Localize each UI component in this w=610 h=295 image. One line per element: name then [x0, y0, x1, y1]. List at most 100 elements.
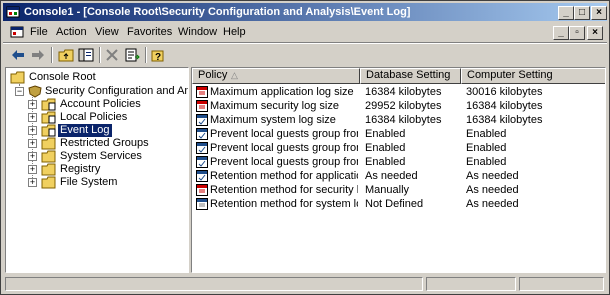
cell-database-setting: As needed — [365, 170, 418, 182]
console-menu-icon[interactable] — [10, 25, 24, 39]
tree-label: System Services — [60, 150, 142, 162]
table-row[interactable]: Maximum security log size 29952 kilobytes… — [192, 99, 605, 113]
results-list[interactable]: Policy △ Database Setting Computer Setti… — [191, 67, 606, 273]
cell-database-setting: 16384 kilobytes — [365, 86, 442, 98]
table-row[interactable]: Retention method for security log Manuall… — [192, 183, 605, 197]
expand-icon[interactable]: + — [28, 100, 37, 109]
menu-bar: File Action View Favorites Window Help _… — [3, 23, 607, 42]
show-hide-tree-icon — [78, 48, 94, 62]
tree-node-event-log[interactable]: + Event Log — [6, 123, 186, 138]
menu-favorites[interactable]: Favorites — [127, 26, 172, 38]
table-row[interactable]: Maximum system log size 16384 kilobytes 16… — [192, 113, 605, 127]
delete-button[interactable] — [103, 46, 121, 64]
cell-policy: Maximum application log size — [210, 86, 354, 98]
toolbar-separator — [51, 47, 53, 63]
menu-help[interactable]: Help — [223, 26, 246, 38]
mdi-minimize-button[interactable]: _ — [553, 26, 569, 40]
cell-computer-setting: As needed — [466, 170, 519, 182]
cell-policy: Retention method for application log — [210, 170, 358, 182]
table-row[interactable]: Prevent local guests group from a... Enab… — [192, 127, 605, 141]
mmc-app-icon — [6, 5, 20, 19]
cell-policy: Maximum system log size — [210, 114, 336, 126]
back-arrow-icon — [12, 50, 24, 60]
restore-icon: ▫ — [575, 27, 579, 38]
tree-node-file-system[interactable]: + File System — [6, 176, 186, 189]
menu-view[interactable]: View — [95, 26, 119, 38]
column-header-label: Policy — [198, 69, 228, 81]
forward-button[interactable] — [29, 46, 47, 64]
cell-computer-setting: Enabled — [466, 156, 507, 168]
collapse-icon[interactable]: − — [15, 87, 24, 96]
title-bar[interactable]: Console1 - [Console Root\Security Config… — [3, 3, 607, 21]
tree-node-local-policies[interactable]: + Local Policies — [6, 111, 186, 124]
console-tree[interactable]: Console Root − Security Configuration an… — [5, 67, 189, 273]
expand-icon[interactable]: + — [28, 152, 37, 161]
cell-computer-setting: Enabled — [466, 142, 507, 154]
cell-database-setting: Not Defined — [365, 198, 424, 210]
delete-icon — [106, 49, 118, 61]
export-list-icon — [125, 48, 140, 62]
toolbar: ? — [3, 44, 607, 66]
maximize-button[interactable]: □ — [574, 6, 590, 20]
column-header-database-setting[interactable]: Database Setting — [360, 68, 461, 84]
tree-node-registry[interactable]: + Registry — [6, 163, 186, 176]
table-row[interactable]: Prevent local guests group from a... Enab… — [192, 141, 605, 155]
cell-database-setting: 29952 kilobytes — [365, 100, 442, 112]
close-icon: × — [596, 7, 602, 18]
close-button[interactable]: × — [591, 6, 607, 20]
table-row[interactable]: Retention method for system log Not Defin… — [192, 197, 605, 211]
minimize-icon: _ — [563, 7, 569, 18]
cell-policy: Prevent local guests group from a... — [210, 156, 358, 168]
tree-node-system-services[interactable]: + System Services — [6, 150, 186, 163]
mdi-close-button[interactable]: × — [587, 26, 603, 40]
tree-label: Restricted Groups — [60, 137, 149, 149]
expand-icon[interactable]: + — [28, 165, 37, 174]
toolbar-separator — [145, 47, 147, 63]
table-row[interactable]: Maximum application log size 16384 kiloby… — [192, 85, 605, 99]
cell-computer-setting: 16384 kilobytes — [466, 100, 543, 112]
menu-action[interactable]: Action — [56, 26, 87, 38]
expand-icon[interactable]: + — [28, 139, 37, 148]
up-folder-icon — [58, 49, 74, 62]
cell-computer-setting: 16384 kilobytes — [466, 114, 543, 126]
red-policy-icon — [196, 100, 208, 112]
policy-blank-icon — [196, 198, 208, 210]
back-button[interactable] — [9, 46, 27, 64]
expand-icon[interactable]: + — [28, 178, 37, 187]
column-header-label: Computer Setting — [467, 69, 553, 81]
table-row[interactable]: Prevent local guests group from a... Enab… — [192, 155, 605, 169]
help-button[interactable]: ? — [149, 46, 167, 64]
column-header-computer-setting[interactable]: Computer Setting — [461, 68, 605, 84]
cell-policy: Prevent local guests group from a... — [210, 128, 358, 140]
minimize-button[interactable]: _ — [558, 6, 574, 20]
mdi-restore-button[interactable]: ▫ — [569, 26, 585, 40]
cell-computer-setting: 30016 kilobytes — [466, 86, 543, 98]
expand-icon[interactable]: + — [28, 126, 37, 135]
menu-window[interactable]: Window — [178, 26, 217, 38]
sort-ascending-icon: △ — [231, 70, 238, 80]
status-bar — [3, 276, 607, 292]
toolbar-separator — [99, 47, 101, 63]
mmc-window: Console1 - [Console Root\Security Config… — [0, 0, 610, 295]
up-one-level-button[interactable] — [57, 46, 75, 64]
svg-text:?: ? — [155, 52, 161, 62]
cell-policy: Prevent local guests group from a... — [210, 142, 358, 154]
tree-label: Registry — [60, 163, 101, 175]
column-header-policy[interactable]: Policy △ — [192, 68, 360, 84]
cell-policy: Retention method for system log — [210, 198, 358, 210]
expand-icon[interactable]: + — [28, 113, 37, 122]
tree-node-restricted-groups[interactable]: + Restricted Groups — [6, 137, 186, 150]
column-header-label: Database Setting — [366, 69, 451, 81]
menu-file[interactable]: File — [30, 26, 48, 38]
show-hide-tree-button[interactable] — [77, 46, 95, 64]
policy-check-icon — [196, 142, 208, 154]
tree-label-selected: Event Log — [57, 123, 113, 138]
export-list-button[interactable] — [123, 46, 141, 64]
policy-check-icon — [196, 170, 208, 182]
tree-label: Security Configuration and Analysis — [45, 85, 188, 97]
cell-database-setting: Manually — [365, 184, 410, 196]
cell-policy: Maximum security log size — [210, 100, 339, 112]
close-icon: × — [592, 27, 598, 38]
table-row[interactable]: Retention method for application log As n… — [192, 169, 605, 183]
tree-node-account-policies[interactable]: + Account Policies — [6, 98, 186, 111]
